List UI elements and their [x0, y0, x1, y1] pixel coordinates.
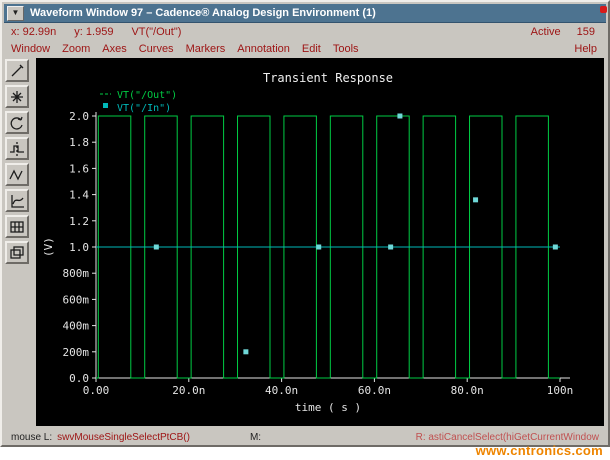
tool-button-marker[interactable] — [5, 137, 29, 160]
burst-zoom-icon — [11, 90, 23, 103]
svg-text:100n: 100n — [547, 384, 574, 397]
y-value: 1.959 — [85, 25, 114, 38]
cursor-status-bar: x: 92.99n y: 1.959 VT("/Out") Active 159 — [4, 23, 606, 40]
table-grid-icon — [10, 220, 24, 233]
svg-text:(V): (V) — [42, 237, 55, 257]
svg-text:1.8: 1.8 — [69, 136, 89, 149]
cursor-y-readout: y: 1.959 — [74, 26, 113, 38]
svg-text:VT("/In"): VT("/In") — [117, 103, 171, 114]
x-value: 92.99n — [22, 25, 57, 38]
menu-item-zoom[interactable]: Zoom — [62, 43, 90, 55]
tool-palette — [4, 57, 34, 426]
svg-text:2.0: 2.0 — [69, 110, 89, 123]
mouse-right-status: R: astiCancelSelect(hiGetCurrentWindow — [415, 432, 599, 443]
svg-text:20.0n: 20.0n — [172, 384, 205, 397]
mouse-middle-label: M: — [249, 432, 262, 443]
tool-button-rotate[interactable] — [5, 111, 29, 134]
svg-text:1.4: 1.4 — [69, 189, 89, 202]
svg-text:VT("/Out"): VT("/Out") — [117, 90, 177, 101]
svg-text:time ( s ): time ( s ) — [295, 401, 361, 414]
tool-button-overlay[interactable] — [5, 241, 29, 264]
menu-item-window[interactable]: Window — [11, 43, 50, 55]
plot-svg[interactable]: Transient Response 2.0 1.8 1.6 1.4 1.2 1.0 800m… — [36, 58, 604, 426]
tool-button-table[interactable] — [5, 215, 29, 238]
main-area: Transient Response 2.0 1.8 1.6 1.4 1.2 1.0 800m… — [4, 57, 606, 426]
svg-text:1.0: 1.0 — [69, 241, 89, 254]
plot-area[interactable]: Transient Response 2.0 1.8 1.6 1.4 1.2 1.0 800m… — [36, 58, 604, 426]
pulse-marker-icon — [10, 141, 24, 156]
mouse-left-command: swvMouseSingleSelectPtCB() — [57, 432, 190, 443]
svg-text:0.00: 0.00 — [83, 384, 110, 397]
svg-text:400m: 400m — [63, 320, 90, 333]
menu-item-tools[interactable]: Tools — [333, 43, 359, 55]
tool-button-trace[interactable] — [5, 163, 29, 186]
chevron-down-icon: ▼ — [11, 7, 20, 17]
tool-button-subplot[interactable] — [5, 189, 29, 212]
menu-item-curves[interactable]: Curves — [139, 43, 174, 55]
svg-text:80.0n: 80.0n — [451, 384, 484, 397]
menu-item-axes[interactable]: Axes — [102, 43, 126, 55]
window-title: Waveform Window 97 – Cadence® Analog Des… — [30, 7, 376, 19]
menu-item-markers[interactable]: Markers — [186, 43, 226, 55]
brand-dot-icon — [600, 6, 607, 13]
title-bar[interactable]: ▼ Waveform Window 97 – Cadence® Analog D… — [4, 4, 606, 23]
svg-text:1.2: 1.2 — [69, 215, 89, 228]
svg-text:40.0n: 40.0n — [265, 384, 298, 397]
menu-bar: Window Zoom Axes Curves Markers Annotati… — [4, 40, 606, 57]
watermark-text: www.cntronics.com — [475, 443, 603, 458]
tool-button-zoom[interactable] — [5, 85, 29, 108]
svg-text:600m: 600m — [63, 293, 90, 306]
window-menu-button[interactable]: ▼ — [7, 5, 24, 21]
rotate-arc-icon — [10, 116, 23, 130]
menu-item-help[interactable]: Help — [574, 43, 599, 55]
active-count: 159 — [576, 25, 595, 38]
menu-item-annotation[interactable]: Annotation — [237, 43, 290, 55]
mouse-left-label: mouse L: — [11, 432, 53, 443]
menu-item-edit[interactable]: Edit — [302, 43, 321, 55]
selected-trace-readout: VT("/Out") — [131, 25, 182, 38]
zigzag-trace-icon — [9, 169, 23, 180]
svg-text:800m: 800m — [63, 267, 90, 280]
svg-text:1.6: 1.6 — [69, 162, 89, 175]
svg-text:Transient Response: Transient Response — [263, 71, 393, 85]
probe-pen-icon — [11, 64, 24, 76]
y-label: y: — [74, 25, 83, 38]
waveform-window: ▼ Waveform Window 97 – Cadence® Analog D… — [0, 0, 610, 447]
active-label: Active — [530, 25, 561, 38]
svg-text:200m: 200m — [63, 346, 90, 359]
tool-button-probe[interactable] — [5, 59, 29, 82]
active-status: Active 159 — [531, 26, 599, 38]
subplot-axes-icon — [11, 194, 24, 208]
cursor-x-readout: x: 92.99n — [11, 26, 56, 38]
overlay-windows-icon — [10, 245, 24, 259]
x-label: x: — [11, 25, 20, 38]
svg-text:60.0n: 60.0n — [358, 384, 391, 397]
